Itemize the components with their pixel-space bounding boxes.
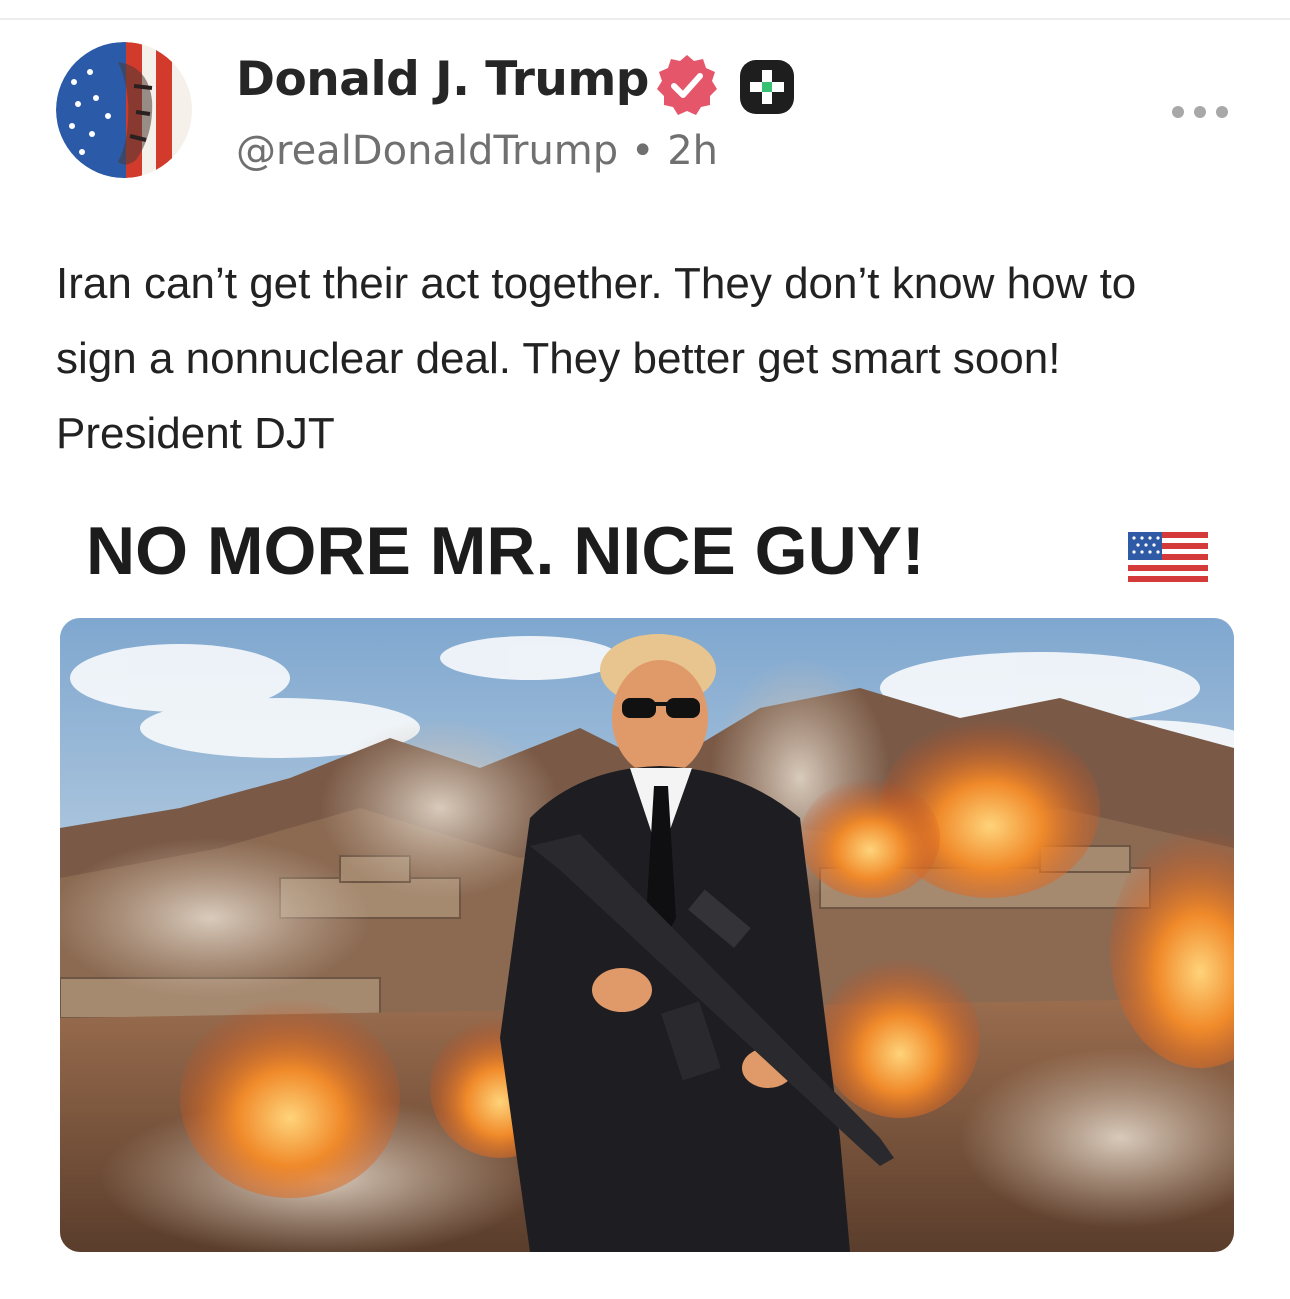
- plus-badge-icon: [740, 60, 794, 114]
- avatar[interactable]: [56, 42, 192, 178]
- author-meta: @realDonaldTrump • 2h: [236, 128, 718, 174]
- us-flag-emoji-icon: [1128, 532, 1208, 582]
- verified-badge-icon: [657, 55, 717, 115]
- media-headline: NO MORE MR. NICE GUY!: [86, 513, 925, 589]
- post-media-image[interactable]: [60, 618, 1234, 1252]
- more-horizontal-icon[interactable]: [1170, 104, 1230, 120]
- post-text: Iran can’t get their act together. They …: [56, 259, 1137, 458]
- post-time[interactable]: 2h: [667, 128, 718, 174]
- meta-separator: •: [630, 128, 655, 174]
- author-handle[interactable]: @realDonaldTrump: [236, 128, 618, 174]
- top-divider: [0, 18, 1290, 20]
- author-name[interactable]: Donald J. Trump: [236, 52, 649, 107]
- avatar-image: [56, 42, 192, 178]
- media-scene: [60, 618, 1234, 1252]
